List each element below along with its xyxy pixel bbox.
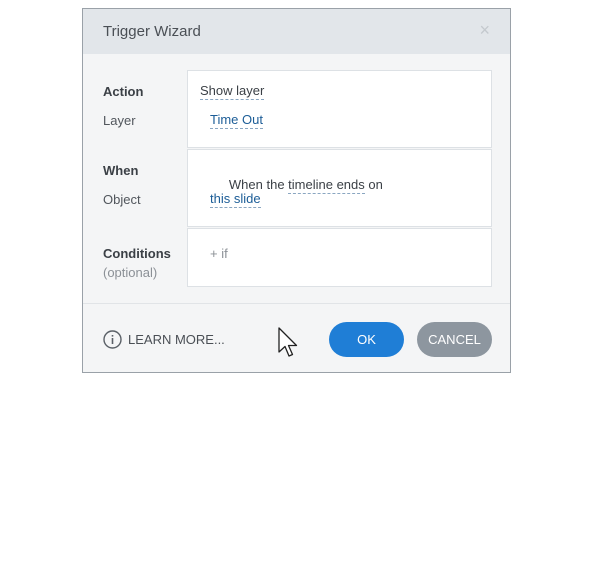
when-prefix: When the [228,177,289,192]
action-dropdown[interactable]: Show layer [200,83,265,100]
conditions-label: Conditions [103,246,171,261]
conditions-box: + if [187,228,492,287]
object-label: Object [103,192,141,207]
action-box: Show layer Time Out [187,70,492,148]
dialog-title: Trigger Wizard [103,23,201,40]
when-label: When [103,163,139,178]
mouse-cursor-icon [278,327,298,357]
when-box: When the timeline ends on this slide [187,149,492,227]
action-label: Action [103,84,144,99]
optional-label: (optional) [103,265,158,280]
cancel-button[interactable]: CANCEL [417,322,492,357]
layer-label: Layer [103,113,136,128]
trigger-wizard-dialog: Trigger Wizard × Action Layer Show layer… [82,8,511,373]
action-row: Action Layer Show layer Time Out [83,70,510,148]
event-dropdown[interactable]: timeline ends [288,177,365,194]
learn-more-label: LEARN MORE... [128,332,225,347]
add-condition-button[interactable]: + if [210,246,228,261]
when-row: When Object When the timeline ends on th… [83,149,510,227]
object-dropdown[interactable]: this slide [210,191,261,208]
ok-button[interactable]: OK [329,322,404,357]
close-icon[interactable]: × [479,21,490,39]
when-suffix: on [364,177,383,192]
layer-dropdown[interactable]: Time Out [210,112,263,129]
title-bar: Trigger Wizard × [83,9,510,54]
info-icon [103,330,122,349]
conditions-row: Conditions (optional) + if [83,228,510,288]
learn-more-link[interactable]: LEARN MORE... [103,330,225,349]
